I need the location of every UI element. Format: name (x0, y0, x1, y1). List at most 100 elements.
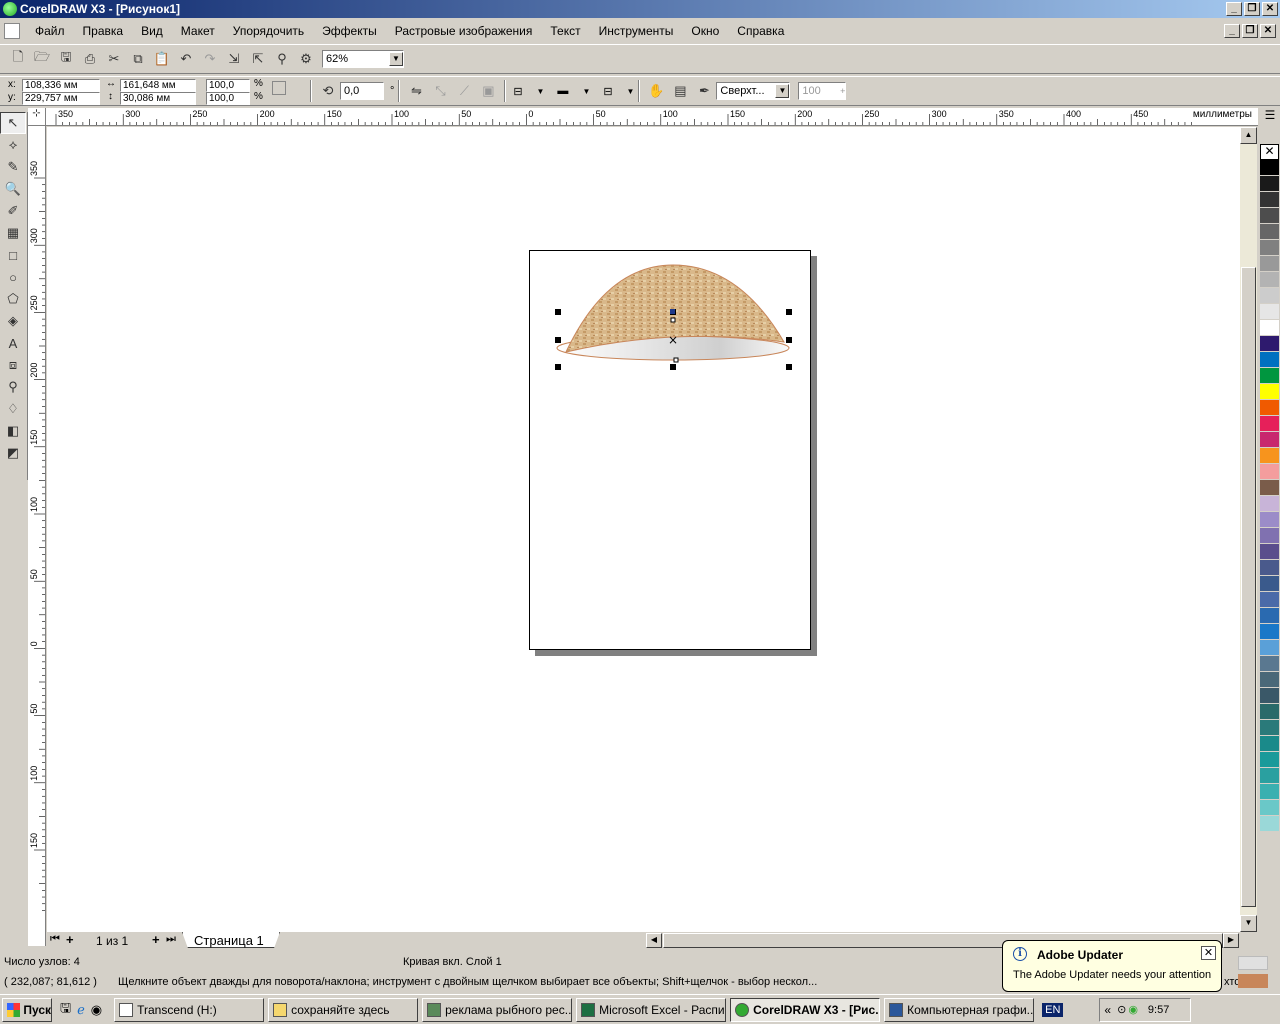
color-swatch[interactable] (1260, 784, 1279, 800)
polygon-tool-icon[interactable]: ⬠ (0, 288, 26, 310)
print-icon[interactable]: ⎙ (80, 49, 100, 69)
scroll-right-icon[interactable]: ▶ (1223, 933, 1239, 948)
close-button[interactable]: ✕ (1262, 2, 1278, 16)
interactive-blend-icon[interactable]: ⧈ (0, 354, 26, 376)
rotation-field[interactable]: 0,0 (340, 82, 384, 100)
scroll-down-icon[interactable]: ▼ (1240, 915, 1257, 932)
color-swatch[interactable] (1260, 576, 1279, 592)
rectangle-tool-icon[interactable]: □ (0, 244, 26, 266)
height-field[interactable]: 30,086 мм (120, 92, 196, 105)
color-swatch[interactable] (1260, 288, 1279, 304)
menu-text[interactable]: Текст (541, 24, 589, 38)
export-icon[interactable]: ⇱ (248, 49, 268, 69)
color-swatch[interactable] (1260, 384, 1279, 400)
color-swatch[interactable] (1260, 304, 1279, 320)
tray-expand-icon[interactable]: « (1104, 1003, 1111, 1017)
color-swatch[interactable] (1260, 640, 1279, 656)
add-page-before-icon[interactable]: + (66, 932, 74, 947)
color-swatch[interactable] (1260, 688, 1279, 704)
vertical-scroll-thumb[interactable] (1241, 267, 1256, 907)
outline-tool-icon[interactable]: ♢ (0, 398, 26, 420)
color-swatch[interactable] (1260, 672, 1279, 688)
color-swatch[interactable] (1260, 272, 1279, 288)
color-swatch[interactable] (1260, 704, 1279, 720)
outline-indicator[interactable] (1238, 974, 1268, 988)
undo-icon[interactable]: ↶ (176, 49, 196, 69)
end-arrow-select[interactable]: ⊟ ▼ (600, 82, 634, 100)
notification-close-icon[interactable]: ✕ (1201, 946, 1216, 960)
first-page-icon[interactable]: ⏮ (50, 933, 60, 946)
color-swatch[interactable] (1260, 320, 1279, 336)
mirror-icon[interactable]: ⇋ (406, 81, 426, 101)
scale-x-field[interactable]: 100,0 (206, 79, 250, 92)
menu-bitmaps[interactable]: Растровые изображения (386, 24, 542, 38)
outline-width-select[interactable]: ▬ ▼ (554, 82, 590, 100)
color-swatch[interactable] (1260, 736, 1279, 752)
color-swatch[interactable] (1260, 160, 1279, 176)
start-arrow-select[interactable]: ⊟ ▼ (510, 82, 544, 100)
hand-icon[interactable]: ✋ (646, 81, 666, 101)
vertical-ruler[interactable]: 350 300 250 200 150 100 50 0 50 100 150 (28, 126, 46, 946)
task-transcend[interactable]: Transcend (H:) (114, 997, 265, 1022)
basic-shapes-icon[interactable]: ◈ (0, 310, 26, 332)
cut-icon[interactable]: ✂ (104, 49, 124, 69)
color-swatch[interactable] (1260, 768, 1279, 784)
color-swatch[interactable] (1260, 656, 1279, 672)
color-swatch[interactable] (1260, 544, 1279, 560)
menu-help[interactable]: Справка (728, 24, 793, 38)
fill-indicator[interactable] (1238, 956, 1268, 970)
color-swatch[interactable] (1260, 464, 1279, 480)
node-marker-bottom[interactable] (673, 357, 679, 363)
menu-file[interactable]: Файл (26, 24, 74, 38)
color-swatch[interactable] (1260, 624, 1279, 640)
wrap-icon[interactable]: ▤ (670, 81, 690, 101)
task-word[interactable]: Компьютерная графи... (884, 997, 1035, 1022)
minimize-button[interactable]: _ (1226, 2, 1242, 16)
copy-icon[interactable]: ⧉ (128, 49, 148, 69)
ellipse-tool-icon[interactable]: ○ (0, 266, 26, 288)
doc-minimize-button[interactable]: _ (1224, 24, 1240, 38)
menu-tools[interactable]: Инструменты (590, 24, 683, 38)
color-swatch[interactable] (1260, 176, 1279, 192)
options-icon[interactable]: ⚙ (296, 49, 316, 69)
color-swatch[interactable] (1260, 336, 1279, 352)
wrap-text-select[interactable]: Сверхт... ▼ (716, 82, 791, 100)
color-swatch[interactable] (1260, 496, 1279, 512)
doc-close-button[interactable]: ✕ (1260, 24, 1276, 38)
add-page-after-icon[interactable]: + (152, 932, 160, 947)
scroll-left-icon[interactable]: ◀ (646, 933, 662, 948)
save-icon[interactable]: 🖫 (56, 49, 76, 69)
color-swatch[interactable] (1260, 368, 1279, 384)
color-swatch[interactable] (1260, 592, 1279, 608)
new-icon[interactable]: 🗋 (8, 49, 28, 69)
menu-effects[interactable]: Эффекты (313, 24, 386, 38)
smart-fill-icon[interactable]: ▦ (0, 222, 26, 244)
menu-window[interactable]: Окно (682, 24, 728, 38)
start-button[interactable]: Пуск (2, 997, 52, 1022)
selected-node[interactable] (670, 309, 675, 314)
eyedropper-tool-icon[interactable]: ⚲ (0, 376, 26, 398)
convert-icon[interactable]: ▣ (478, 81, 498, 101)
redo-icon[interactable]: ↷ (200, 49, 220, 69)
color-swatch[interactable] (1260, 512, 1279, 528)
x-field[interactable]: 108,336 мм (22, 79, 100, 92)
color-swatch[interactable] (1260, 352, 1279, 368)
color-swatch[interactable] (1260, 416, 1279, 432)
task-folder[interactable]: сохраняйте здесь (268, 997, 419, 1022)
scale-y-field[interactable]: 100,0 (206, 92, 250, 105)
open-icon[interactable]: 🗁 (32, 49, 52, 69)
task-image[interactable]: реклама рыбного рес... (422, 997, 573, 1022)
scroll-up-icon[interactable]: ▲ (1240, 127, 1257, 144)
color-swatch[interactable] (1260, 448, 1279, 464)
lock-ratio-icon[interactable] (272, 81, 286, 95)
color-swatch[interactable] (1260, 240, 1279, 256)
node-icon[interactable]: ⤡ (430, 81, 450, 101)
doc-restore-button[interactable]: ❐ (1242, 24, 1258, 38)
node-marker[interactable] (670, 317, 676, 323)
menu-arrange[interactable]: Упорядочить (224, 24, 313, 38)
line-icon[interactable]: ⟋ (454, 81, 474, 101)
notification-balloon[interactable]: i Adobe Updater The Adobe Updater needs … (1002, 940, 1222, 992)
menu-view[interactable]: Вид (132, 24, 172, 38)
app-quicklaunch-icon[interactable]: ◉ (91, 1002, 102, 1018)
ruler-origin-icon[interactable]: ⊹ (28, 108, 46, 126)
